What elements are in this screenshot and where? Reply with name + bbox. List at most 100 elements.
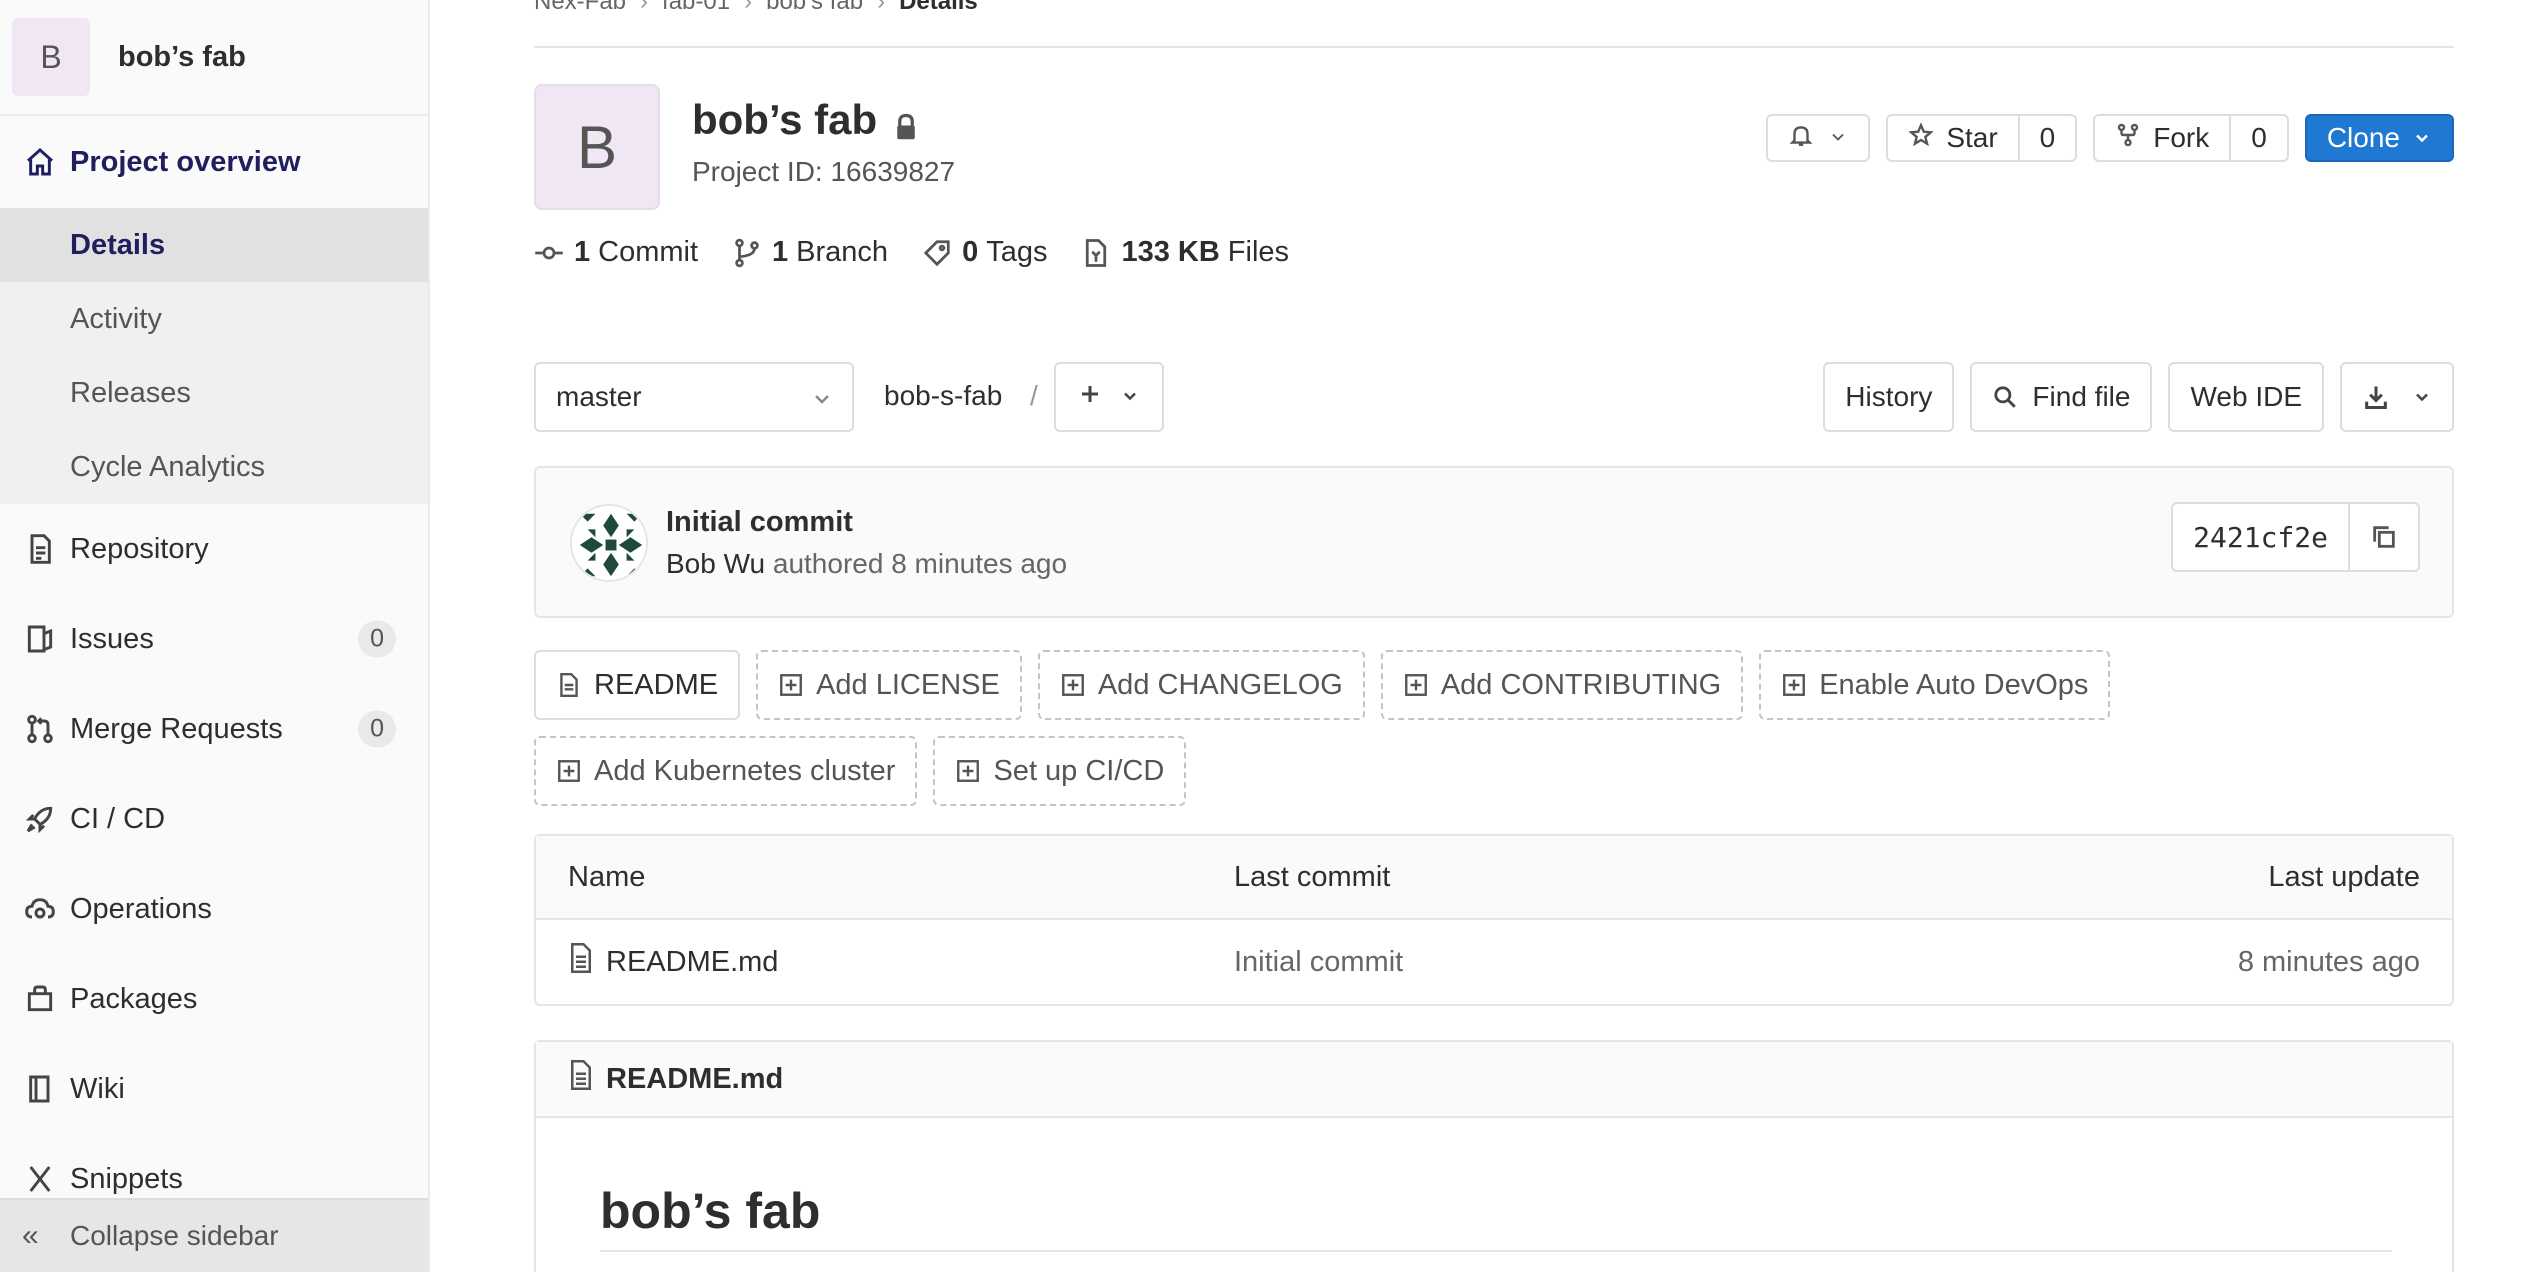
- repository-icon: [22, 531, 58, 567]
- tree-action-buttons: History Find file Web IDE: [1823, 362, 2454, 432]
- readme-filename[interactable]: README.md: [606, 1063, 783, 1096]
- sidebar-subitem-cycle-analytics[interactable]: Cycle Analytics: [0, 430, 428, 504]
- commits-stat[interactable]: 1 Commit: [534, 236, 698, 269]
- sidebar-item-label: Issues: [70, 622, 154, 655]
- quick-link-label: README: [594, 668, 719, 701]
- download-dropdown[interactable]: [2340, 362, 2454, 432]
- sidebar-project-name[interactable]: bob’s fab: [118, 41, 246, 74]
- sidebar-item-merge-requests[interactable]: Merge Requests 0: [0, 684, 428, 774]
- sidebar-item-project-overview[interactable]: Project overview: [0, 116, 428, 208]
- plus-square-icon: [1061, 674, 1084, 696]
- search-icon: [1992, 384, 2018, 410]
- add-kubernetes-cluster-button[interactable]: Add Kubernetes cluster: [534, 736, 918, 806]
- issues-count-badge: 0: [358, 620, 396, 658]
- commits-count: 1: [574, 236, 591, 268]
- star-button-group: Star 0: [1886, 114, 2078, 162]
- branches-label: Branch: [796, 236, 889, 268]
- sidebar-item-label: Project overview: [70, 145, 301, 178]
- sidebar-subitem-activity[interactable]: Activity: [0, 282, 428, 356]
- commit-author-link[interactable]: Bob Wu: [666, 548, 765, 579]
- plus-square-icon: [1783, 674, 1806, 696]
- notifications-dropdown[interactable]: [1766, 114, 1871, 162]
- find-file-button[interactable]: Find file: [1970, 362, 2153, 432]
- sidebar-item-ci-cd[interactable]: CI / CD: [0, 774, 428, 864]
- copy-icon: [2373, 526, 2395, 548]
- add-to-tree-dropdown[interactable]: [1054, 362, 1164, 432]
- fork-count[interactable]: 0: [2229, 116, 2287, 160]
- enable-auto-devops-button[interactable]: Enable Auto DevOps: [1759, 650, 2111, 720]
- file-name[interactable]: README.md: [606, 946, 778, 979]
- sidebar-item-wiki[interactable]: Wiki: [0, 1044, 428, 1134]
- commit-title-link[interactable]: Initial commit: [666, 506, 853, 539]
- star-count[interactable]: 0: [2017, 116, 2076, 160]
- commit-author-avatar[interactable]: [570, 504, 648, 582]
- sidebar-item-label: Wiki: [70, 1072, 125, 1105]
- sidebar-item-issues[interactable]: Issues 0: [0, 594, 428, 684]
- sidebar-item-repository[interactable]: Repository: [0, 504, 428, 594]
- sidebar-subitem-releases[interactable]: Releases: [0, 356, 428, 430]
- commit-sha-link[interactable]: 2421cf2e: [2173, 504, 2350, 570]
- commit-meta: Bob Wu authored 8 minutes ago: [666, 548, 1067, 580]
- branch-icon: [735, 238, 759, 267]
- plus-icon: [1078, 380, 1102, 414]
- add-license-button[interactable]: Add LICENSE: [756, 650, 1022, 720]
- sidebar: B bob’s fab Project overview Details Act…: [0, 0, 430, 1272]
- collapse-sidebar-button[interactable]: « Collapse sidebar: [0, 1198, 428, 1272]
- star-button[interactable]: Star: [1888, 116, 2017, 160]
- breadcrumb-group[interactable]: Nex-Fab: [534, 0, 626, 16]
- copy-sha-button[interactable]: [2350, 504, 2418, 570]
- commit-icon: [535, 246, 563, 259]
- breadcrumb-project[interactable]: bob’s fab: [766, 0, 863, 16]
- chevron-down-icon: [1120, 380, 1140, 414]
- breadcrumb-current[interactable]: Details: [899, 0, 978, 16]
- snippet-icon: [22, 1161, 58, 1197]
- readme-heading: bob’s fab: [600, 1182, 2392, 1252]
- file-name-cell[interactable]: README.md: [568, 943, 778, 981]
- fork-label: Fork: [2153, 122, 2210, 153]
- quick-link-label: Add LICENSE: [816, 668, 1000, 701]
- branches-stat[interactable]: 1 Branch: [732, 236, 888, 269]
- project-title: bob’s fab: [692, 96, 919, 144]
- table-row[interactable]: README.md Initial commit 8 minutes ago: [536, 920, 2452, 1004]
- tags-stat[interactable]: 0 Tags: [922, 236, 1047, 269]
- star-label: Star: [1946, 122, 1998, 153]
- breadcrumb-subgroup[interactable]: fab-01: [662, 0, 730, 16]
- clone-dropdown-button[interactable]: Clone: [2304, 114, 2454, 162]
- files-label: Files: [1227, 236, 1290, 268]
- sidebar-project-avatar[interactable]: B: [12, 18, 90, 96]
- history-button[interactable]: History: [1823, 362, 1955, 432]
- chevron-down-icon: [1828, 122, 1848, 154]
- file-icon: [568, 943, 606, 981]
- file-last-commit[interactable]: Initial commit: [1234, 946, 1403, 979]
- add-changelog-button[interactable]: Add CHANGELOG: [1037, 650, 1365, 720]
- files-stat[interactable]: 133 KB Files: [1081, 236, 1289, 269]
- package-icon: [22, 981, 58, 1017]
- quick-link-label: Add CHANGELOG: [1097, 668, 1343, 701]
- merge-requests-count-badge: 0: [358, 710, 396, 748]
- fork-button[interactable]: Fork: [2095, 116, 2229, 160]
- setup-ci-cd-button[interactable]: Set up CI/CD: [933, 736, 1187, 806]
- tags-label: Tags: [986, 236, 1048, 268]
- branch-select-dropdown[interactable]: master: [534, 362, 854, 432]
- commit-sha-group: 2421cf2e: [2171, 502, 2420, 572]
- sidebar-item-packages[interactable]: Packages: [0, 954, 428, 1044]
- project-quick-links: README Add LICENSE Add CHANGELOG Add CON…: [534, 650, 2454, 806]
- star-icon: [1908, 121, 1935, 155]
- download-icon: [2362, 383, 2390, 411]
- breadcrumb-separator: ›: [744, 0, 753, 15]
- breadcrumb-separator: ›: [640, 0, 649, 15]
- sidebar-item-label: CI / CD: [70, 802, 166, 835]
- tag-icon: [923, 239, 950, 266]
- sidebar-subitem-details[interactable]: Details: [0, 208, 428, 282]
- readme-button[interactable]: README: [534, 650, 741, 720]
- sidebar-item-operations[interactable]: Operations: [0, 864, 428, 954]
- rocket-icon: [22, 801, 58, 837]
- column-header-name: Name: [568, 860, 646, 893]
- sidebar-item-label: Snippets: [70, 1162, 183, 1195]
- sidebar-project-header[interactable]: B bob’s fab: [0, 0, 428, 116]
- chevron-down-icon: [810, 386, 834, 418]
- repo-path-root[interactable]: bob-s-fab: [884, 380, 1002, 412]
- project-avatar: B: [534, 84, 660, 210]
- web-ide-button[interactable]: Web IDE: [2168, 362, 2324, 432]
- add-contributing-button[interactable]: Add CONTRIBUTING: [1380, 650, 1744, 720]
